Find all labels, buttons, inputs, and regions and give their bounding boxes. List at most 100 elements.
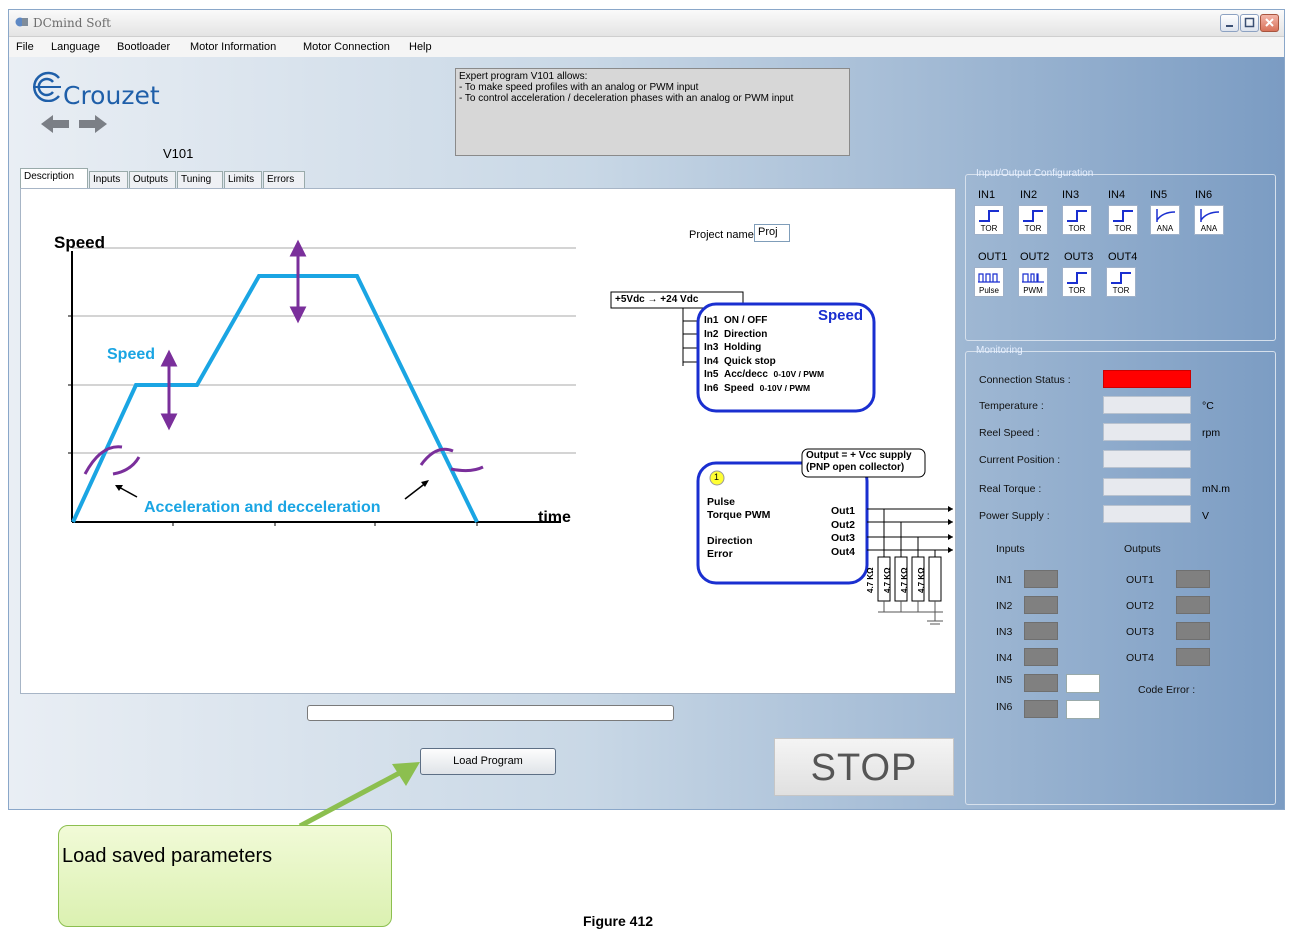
io-config-out1-button[interactable]: Pulse xyxy=(974,267,1004,297)
temperature-unit: °C xyxy=(1202,400,1214,412)
output-led-label: OUT2 xyxy=(1126,600,1155,612)
tab-errors[interactable]: Errors xyxy=(263,171,305,188)
power-supply-label: Power Supply : xyxy=(979,510,1050,522)
menu-bootloader[interactable]: Bootloader xyxy=(117,41,170,53)
menu-language[interactable]: Language xyxy=(51,41,100,53)
io-configuration-title: Input/Output Configuration xyxy=(976,168,1094,179)
io-output-label: OUT1 xyxy=(978,251,1008,263)
input-led xyxy=(1024,622,1058,640)
io-input-label: IN4 xyxy=(1108,189,1126,201)
pwm-icon xyxy=(1022,273,1044,283)
io-config-out3-button[interactable]: TOR xyxy=(1062,267,1092,297)
time-axis-label: time xyxy=(538,509,571,526)
speed-input-row: In2 Direction xyxy=(704,328,768,340)
tab-tuning[interactable]: Tuning xyxy=(177,171,223,188)
tab-inputs[interactable]: Inputs xyxy=(89,171,128,188)
real-torque-field xyxy=(1103,478,1191,496)
temperature-field xyxy=(1103,396,1191,414)
info-line: - To make speed profiles with an analog … xyxy=(459,82,699,93)
output-function: Pulse xyxy=(707,496,736,508)
io-input-label: IN3 xyxy=(1062,189,1080,201)
current-position-field xyxy=(1103,450,1191,468)
output-pin-list: Out1 Out2 Out3 Out4 xyxy=(831,505,855,559)
resistor-label: 4.7 KΩ xyxy=(917,567,926,593)
power-supply-field xyxy=(1103,505,1191,523)
connection-status-indicator xyxy=(1103,370,1191,388)
tor-step-icon xyxy=(979,210,999,222)
nav-arrows-icon xyxy=(41,115,107,133)
input-led-label: IN5 xyxy=(996,674,1013,686)
output-function: Error xyxy=(707,548,733,560)
io-config-in6-button[interactable]: ANA xyxy=(1194,205,1224,235)
info-line: - To control acceleration / deceleration… xyxy=(459,93,794,104)
resistor-label: 4.7 KΩ xyxy=(866,567,875,593)
monitoring-group: Monitoring Connection Status : Temperatu… xyxy=(965,345,1276,805)
maximize-button[interactable] xyxy=(1240,14,1259,32)
tab-limits[interactable]: Limits xyxy=(224,171,262,188)
io-config-in5-button[interactable]: ANA xyxy=(1150,205,1180,235)
io-configuration-group: Input/Output Configuration IN1 IN2 IN3 I… xyxy=(965,168,1276,341)
load-progress-bar xyxy=(307,705,674,721)
resistor-label: 4.7 KΩ xyxy=(883,567,892,593)
io-config-in4-button[interactable]: TOR xyxy=(1108,205,1138,235)
load-program-button[interactable]: Load Program xyxy=(420,748,556,775)
close-button[interactable] xyxy=(1260,14,1279,32)
current-position-label: Current Position : xyxy=(979,454,1061,466)
pulse-icon xyxy=(978,273,1000,283)
output-badge: 1 xyxy=(714,472,720,482)
info-line: Expert program V101 allows: xyxy=(459,71,588,82)
output-function-list: Pulse Torque PWM Direction Error xyxy=(707,496,770,561)
io-config-in3-button[interactable]: TOR xyxy=(1062,205,1092,235)
in5-value-field xyxy=(1066,674,1100,693)
maximize-icon xyxy=(1244,17,1255,28)
speed-block-title: Speed xyxy=(818,307,864,324)
io-config-in2-button[interactable]: TOR xyxy=(1018,205,1048,235)
minimize-button[interactable] xyxy=(1220,14,1239,32)
output-led xyxy=(1176,596,1210,614)
tab-description[interactable]: Description xyxy=(20,168,88,189)
power-supply-unit: V xyxy=(1202,510,1210,522)
reel-speed-field xyxy=(1103,423,1191,441)
io-config-out4-button[interactable]: TOR xyxy=(1106,267,1136,297)
menu-file[interactable]: File xyxy=(16,41,34,53)
io-input-label: IN1 xyxy=(978,189,996,201)
real-torque-label: Real Torque : xyxy=(979,483,1042,495)
close-icon xyxy=(1265,18,1274,27)
output-function: Torque PWM xyxy=(707,509,771,521)
stop-button[interactable]: STOP xyxy=(774,738,954,796)
speed-input-row: In5 Acc/decc 0-10V / PWM xyxy=(704,369,825,380)
program-version: V101 xyxy=(163,146,194,161)
output-led-label: OUT1 xyxy=(1126,574,1155,586)
output-type-label: (PNP open collector) xyxy=(806,462,905,473)
output-supply-label: Output = + Vcc supply xyxy=(806,450,912,461)
menu-motor-connection[interactable]: Motor Connection xyxy=(303,41,390,53)
program-description-box: Expert program V101 allows: - To make sp… xyxy=(455,68,850,156)
io-config-out2-button[interactable]: PWM xyxy=(1018,267,1048,297)
menu-help[interactable]: Help xyxy=(409,41,432,53)
crouzet-logo-icon xyxy=(33,71,61,102)
real-torque-unit: mN.m xyxy=(1202,483,1230,495)
output-pin: Out1 xyxy=(831,505,855,517)
speed-axis-label: Speed xyxy=(54,233,106,252)
speed-curve-label: Speed xyxy=(107,346,156,363)
input-led-label: IN3 xyxy=(996,626,1013,638)
speed-input-row: In1 ON / OFF xyxy=(704,315,768,326)
io-config-in1-button[interactable]: TOR xyxy=(974,205,1004,235)
tor-step-icon xyxy=(1113,210,1133,222)
input-led-label: IN6 xyxy=(996,701,1013,713)
menu-motor-information[interactable]: Motor Information xyxy=(190,41,276,53)
resistor-label: 4.7 KΩ xyxy=(900,567,909,593)
app-window: DCmind Soft File Language Bootloader Mot… xyxy=(8,9,1285,810)
connection-status-label: Connection Status : xyxy=(979,374,1071,386)
minimize-icon xyxy=(1226,25,1233,27)
io-output-label: OUT2 xyxy=(1020,251,1050,263)
analog-curve-icon xyxy=(1156,209,1176,222)
speed-input-row: In6 Speed 0-10V / PWM xyxy=(704,382,811,394)
input-led xyxy=(1024,674,1058,692)
project-name-input[interactable]: Proj xyxy=(754,224,790,242)
window-title: DCmind Soft xyxy=(33,16,111,30)
callout-arrow-icon xyxy=(298,762,420,829)
tab-outputs[interactable]: Outputs xyxy=(129,171,176,188)
output-pin: Out4 xyxy=(831,545,855,558)
tor-step-icon xyxy=(1111,272,1131,284)
